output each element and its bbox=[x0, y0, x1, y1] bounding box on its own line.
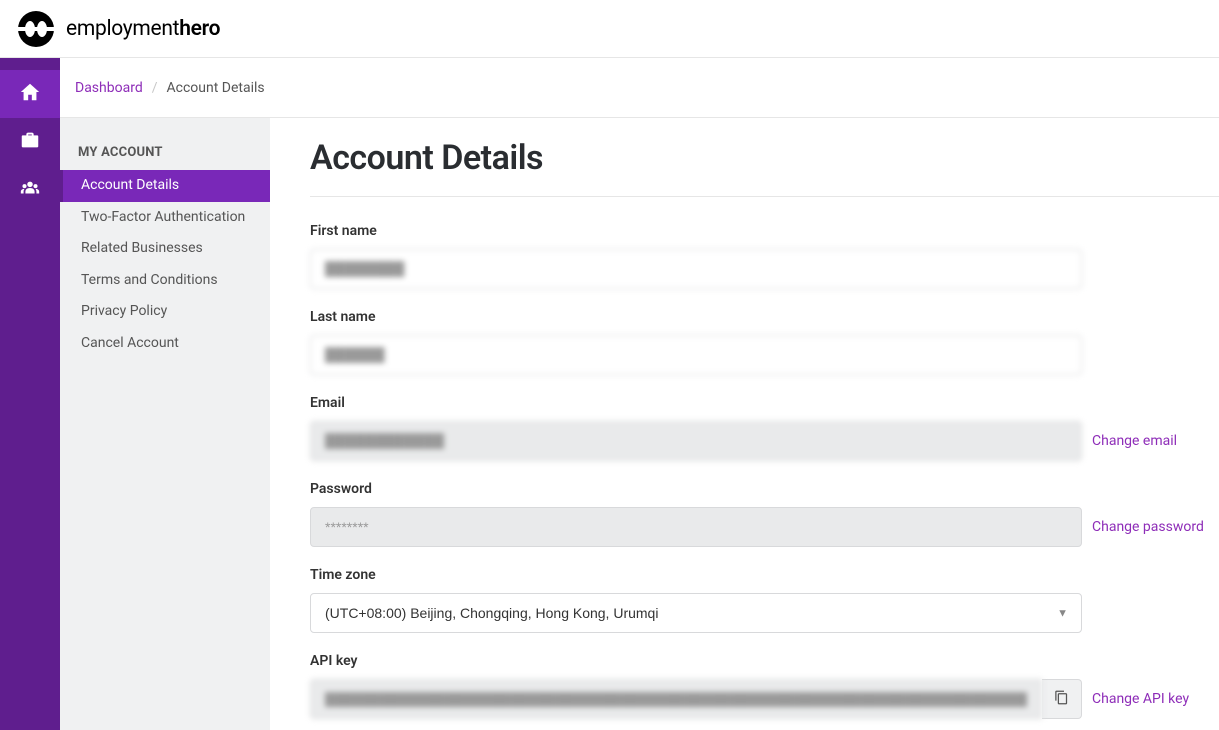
sidebar-item-two-factor[interactable]: Two-Factor Authentication bbox=[60, 202, 270, 234]
logo-text: employmenthero bbox=[66, 17, 220, 41]
change-api-key-link[interactable]: Change API key bbox=[1092, 691, 1189, 707]
sidebar-item-label: Cancel Account bbox=[81, 335, 179, 351]
sidebar-item-label: Terms and Conditions bbox=[81, 272, 218, 288]
sidebar-item-label: Two-Factor Authentication bbox=[81, 209, 245, 225]
sidebar-item-label: Privacy Policy bbox=[81, 303, 167, 319]
nav-home[interactable] bbox=[0, 70, 60, 118]
nav-rail bbox=[0, 58, 60, 730]
breadcrumb-current: Account Details bbox=[167, 80, 265, 96]
breadcrumb-dashboard-link[interactable]: Dashboard bbox=[75, 80, 143, 96]
first-name-label: First name bbox=[310, 223, 1219, 239]
nav-people[interactable] bbox=[0, 166, 60, 214]
password-label: Password bbox=[310, 481, 1219, 497]
sidebar-item-related-businesses[interactable]: Related Businesses bbox=[60, 233, 270, 265]
people-icon bbox=[19, 177, 41, 203]
api-key-label: API key bbox=[310, 653, 1219, 669]
copy-api-key-button[interactable] bbox=[1042, 679, 1082, 719]
api-key-input bbox=[310, 679, 1042, 719]
main-content: Account Details First name Last name Ema… bbox=[270, 118, 1219, 730]
nav-business[interactable] bbox=[0, 118, 60, 166]
brand-logo[interactable]: employmenthero bbox=[18, 11, 220, 47]
first-name-input[interactable] bbox=[310, 249, 1082, 289]
sidebar-item-cancel-account[interactable]: Cancel Account bbox=[60, 328, 270, 360]
sidebar-item-terms[interactable]: Terms and Conditions bbox=[60, 265, 270, 297]
sidebar-item-account-details[interactable]: Account Details bbox=[60, 170, 270, 202]
last-name-input[interactable] bbox=[310, 335, 1082, 375]
side-menu: MY ACCOUNT Account Details Two-Factor Au… bbox=[60, 118, 270, 730]
sidebar-item-label: Related Businesses bbox=[81, 240, 203, 256]
timezone-label: Time zone bbox=[310, 567, 1219, 583]
breadcrumb-separator: / bbox=[152, 80, 158, 96]
sidebar-item-label: Account Details bbox=[81, 177, 179, 193]
logo-mark-icon bbox=[18, 11, 54, 47]
email-label: Email bbox=[310, 395, 1219, 411]
last-name-label: Last name bbox=[310, 309, 1219, 325]
timezone-select[interactable] bbox=[310, 593, 1082, 633]
divider bbox=[310, 196, 1219, 197]
change-email-link[interactable]: Change email bbox=[1092, 433, 1177, 449]
home-icon bbox=[19, 81, 41, 107]
briefcase-icon bbox=[19, 129, 41, 155]
email-input bbox=[310, 421, 1082, 461]
change-password-link[interactable]: Change password bbox=[1092, 519, 1204, 535]
side-menu-title: MY ACCOUNT bbox=[60, 138, 270, 170]
page-title: Account Details bbox=[310, 138, 1219, 178]
password-input bbox=[310, 507, 1082, 547]
sidebar-item-privacy[interactable]: Privacy Policy bbox=[60, 296, 270, 328]
copy-icon bbox=[1054, 690, 1069, 709]
breadcrumb: Dashboard / Account Details bbox=[60, 58, 1219, 118]
app-header: employmenthero bbox=[0, 0, 1219, 58]
